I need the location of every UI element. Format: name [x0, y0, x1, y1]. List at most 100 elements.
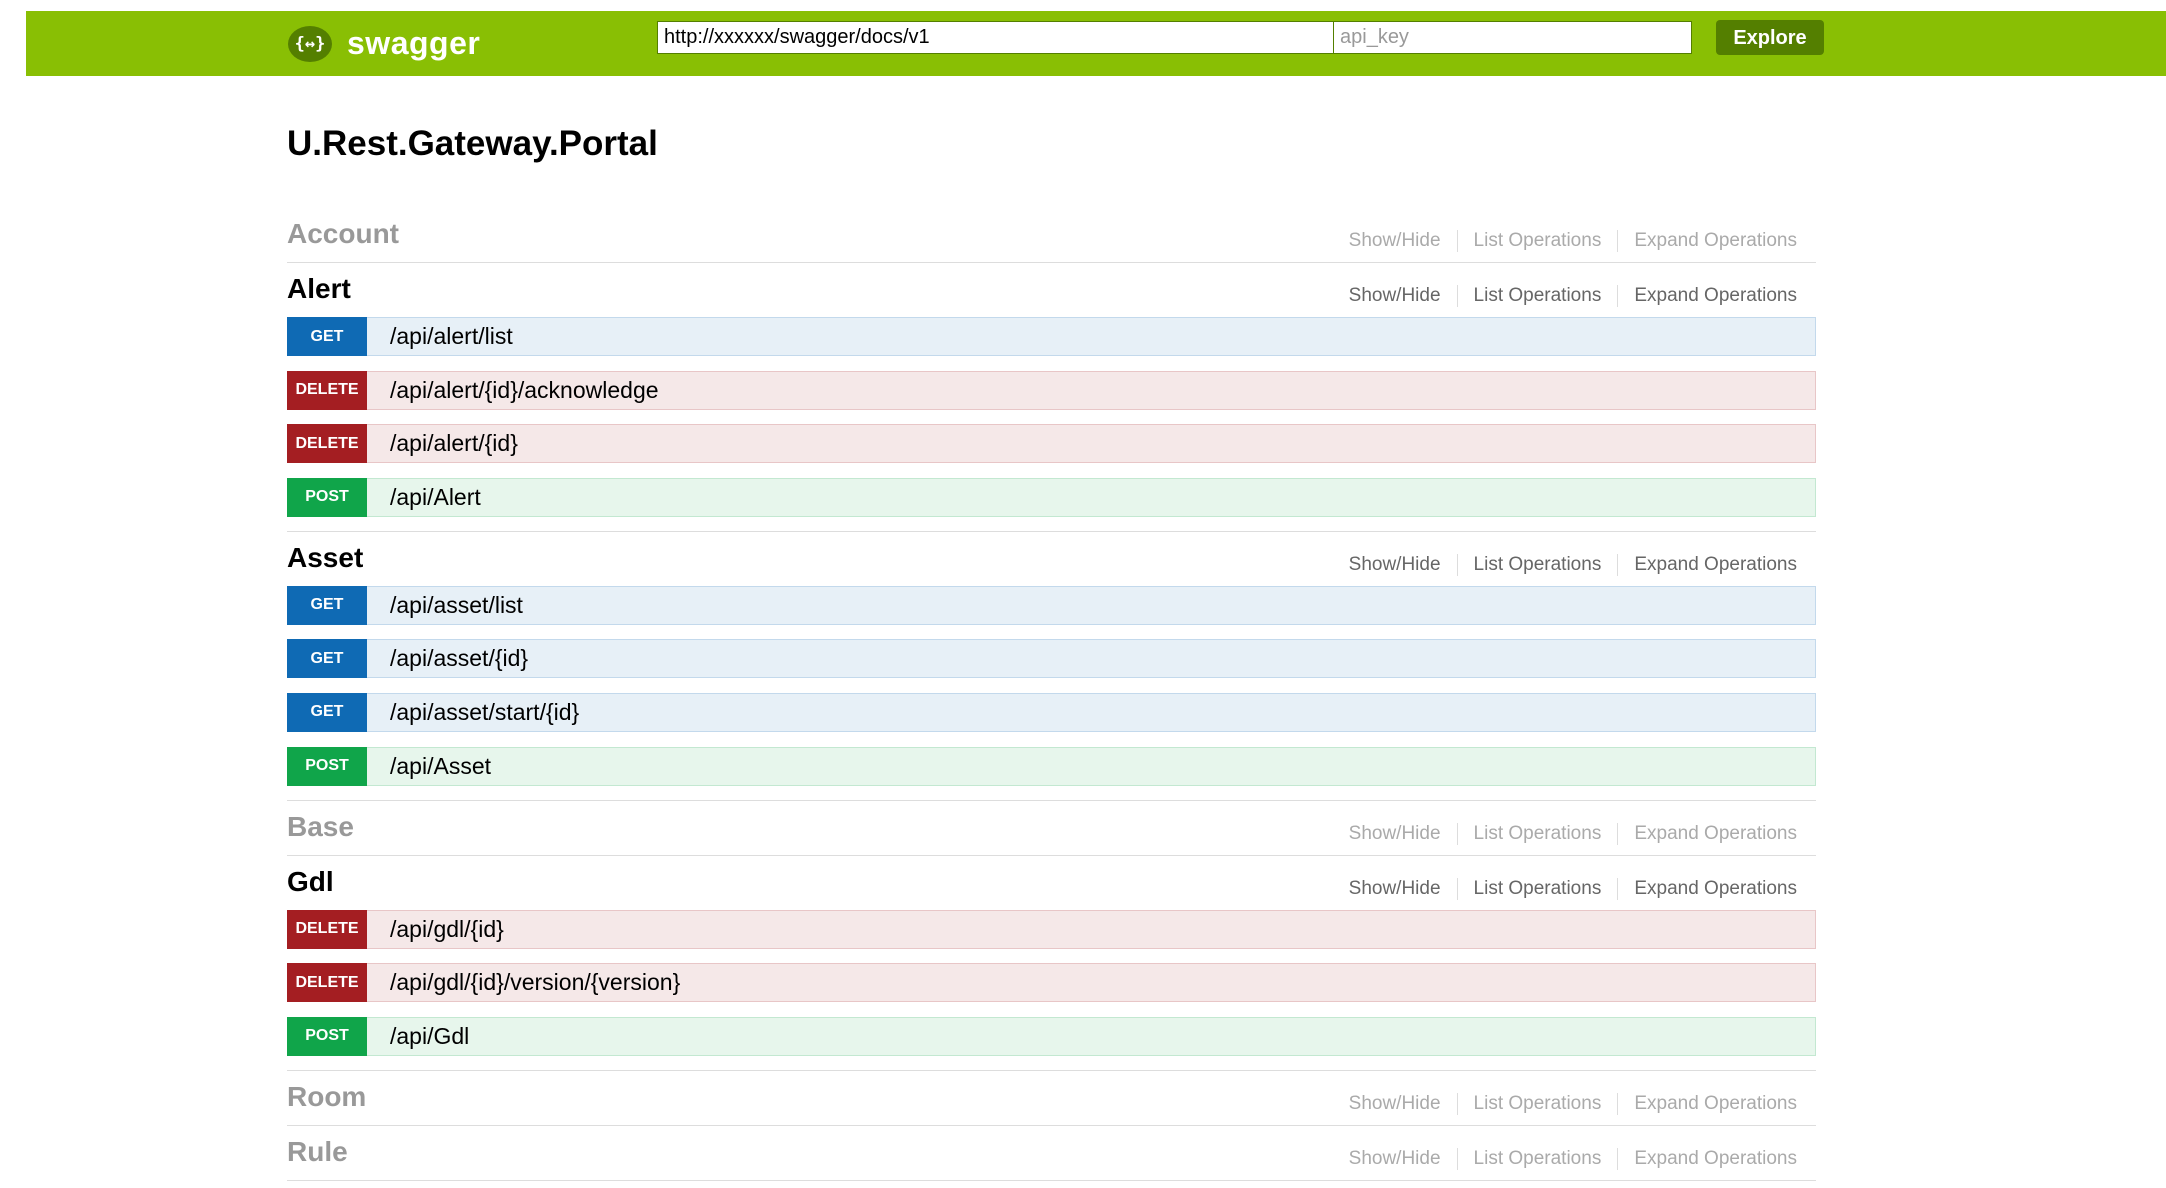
http-method-badge[interactable]: DELETE: [287, 370, 367, 410]
swagger-logo-text: swagger: [347, 25, 481, 61]
operation-path[interactable]: /api/asset/start/{id}: [390, 699, 579, 726]
resource-name-link[interactable]: Gdl: [287, 866, 334, 898]
explore-button[interactable]: Explore: [1716, 20, 1824, 55]
show-hide-link[interactable]: Show/Hide: [1349, 554, 1441, 576]
swagger-logo[interactable]: {↔} swagger: [288, 25, 480, 62]
operation-row[interactable]: DELETE/api/alert/{id}: [287, 424, 1816, 464]
resource-name-link[interactable]: Rule: [287, 1136, 348, 1168]
operation-row[interactable]: GET/api/asset/list: [287, 585, 1816, 625]
operation-row[interactable]: GET/api/asset/start/{id}: [287, 692, 1816, 732]
resource-header: Base Show/Hide List Operations Expand Opera…: [287, 801, 1816, 855]
http-method-badge[interactable]: GET: [287, 639, 367, 679]
operation-row[interactable]: POST/api/Alert: [287, 477, 1816, 517]
link-divider: [1617, 877, 1619, 900]
operation-path[interactable]: /api/asset/list: [390, 592, 523, 619]
link-divider: [1617, 553, 1619, 576]
list-operations-link[interactable]: List Operations: [1474, 878, 1602, 900]
resource-actions: Show/Hide List Operations Expand Operation…: [1349, 822, 1797, 845]
resource-section-account: Account Show/Hide List Operations Expand Op…: [287, 208, 1816, 263]
operation-path[interactable]: /api/gdl/{id}: [390, 916, 504, 943]
resource-header: Gdl Show/Hide List Operations Expand Operat…: [287, 856, 1816, 910]
link-divider: [1456, 1147, 1458, 1170]
resource-name-link[interactable]: Account: [287, 218, 399, 250]
resource-name-link[interactable]: Room: [287, 1081, 366, 1113]
resource-section-alert: Alert Show/Hide List Operations Expand Oper…: [287, 263, 1816, 532]
link-divider: [1617, 822, 1619, 845]
expand-operations-link[interactable]: Expand Operations: [1634, 878, 1797, 900]
show-hide-link[interactable]: Show/Hide: [1349, 1148, 1441, 1170]
http-method-badge[interactable]: GET: [287, 317, 367, 356]
operation-row[interactable]: DELETE/api/alert/{id}/acknowledge: [287, 370, 1816, 410]
resource-actions: Show/Hide List Operations Expand Operation…: [1349, 285, 1797, 307]
list-operations-link[interactable]: List Operations: [1474, 554, 1602, 576]
operation-row[interactable]: DELETE/api/gdl/{id}/version/{version}: [287, 963, 1816, 1003]
list-operations-link[interactable]: List Operations: [1474, 285, 1602, 307]
http-method-badge[interactable]: POST: [287, 477, 367, 517]
operation-path[interactable]: /api/alert/{id}: [390, 430, 518, 457]
list-operations-link[interactable]: List Operations: [1474, 823, 1602, 845]
expand-operations-link[interactable]: Expand Operations: [1634, 554, 1797, 576]
link-divider: [1456, 877, 1458, 900]
operation-path[interactable]: /api/Gdl: [390, 1023, 469, 1050]
show-hide-link[interactable]: Show/Hide: [1349, 823, 1441, 845]
resource-actions: Show/Hide List Operations Expand Operation…: [1349, 553, 1797, 576]
expand-operations-link[interactable]: Expand Operations: [1634, 230, 1797, 252]
show-hide-link[interactable]: Show/Hide: [1349, 285, 1441, 307]
link-divider: [1456, 230, 1458, 252]
list-operations-link[interactable]: List Operations: [1474, 230, 1602, 252]
top-bar: {↔} swagger Explore: [26, 11, 2166, 76]
http-method-badge[interactable]: DELETE: [287, 963, 367, 1003]
operation-list: GET/api/alert/list DELETE/api/alert/{id}/…: [287, 317, 1816, 531]
operation-path[interactable]: /api/alert/list: [390, 323, 513, 350]
operation-path[interactable]: /api/alert/{id}/acknowledge: [390, 377, 659, 404]
resource-actions: Show/Hide List Operations Expand Operation…: [1349, 1092, 1797, 1115]
operation-row[interactable]: GET/api/asset/{id}: [287, 639, 1816, 679]
operation-row[interactable]: DELETE/api/gdl/{id}: [287, 909, 1816, 949]
show-hide-link[interactable]: Show/Hide: [1349, 230, 1441, 252]
http-method-badge[interactable]: GET: [287, 585, 367, 625]
link-divider: [1456, 285, 1458, 307]
list-operations-link[interactable]: List Operations: [1474, 1093, 1602, 1115]
operation-list: DELETE/api/gdl/{id} DELETE/api/gdl/{id}/v…: [287, 909, 1816, 1070]
link-divider: [1617, 230, 1619, 252]
expand-operations-link[interactable]: Expand Operations: [1634, 1093, 1797, 1115]
operation-path[interactable]: /api/Alert: [390, 484, 481, 511]
page-title: U.Rest.Gateway.Portal: [287, 124, 658, 163]
link-divider: [1456, 822, 1458, 845]
expand-operations-link[interactable]: Expand Operations: [1634, 823, 1797, 845]
resource-name-link[interactable]: Base: [287, 811, 354, 843]
show-hide-link[interactable]: Show/Hide: [1349, 878, 1441, 900]
resource-section-base: Base Show/Hide List Operations Expand Opera…: [287, 801, 1816, 856]
resource-actions: Show/Hide List Operations Expand Operation…: [1349, 877, 1797, 900]
list-operations-link[interactable]: List Operations: [1474, 1148, 1602, 1170]
operation-path[interactable]: /api/asset/{id}: [390, 645, 528, 672]
spec-url-input[interactable]: [657, 21, 1334, 54]
expand-operations-link[interactable]: Expand Operations: [1634, 285, 1797, 307]
http-method-badge[interactable]: POST: [287, 1016, 367, 1056]
http-method-badge[interactable]: DELETE: [287, 909, 367, 949]
resource-section-room: Room Show/Hide List Operations Expand Opera…: [287, 1071, 1816, 1126]
link-divider: [1456, 1092, 1458, 1115]
operation-row[interactable]: POST/api/Gdl: [287, 1016, 1816, 1056]
resource-header: Asset Show/Hide List Operations Expand Oper…: [287, 532, 1816, 586]
operation-path[interactable]: /api/Asset: [390, 753, 491, 780]
expand-operations-link[interactable]: Expand Operations: [1634, 1148, 1797, 1170]
http-method-badge[interactable]: GET: [287, 692, 367, 732]
link-divider: [1456, 553, 1458, 576]
api-key-input[interactable]: [1333, 21, 1692, 54]
resource-list: Account Show/Hide List Operations Expand Op…: [287, 208, 1816, 1181]
link-divider: [1617, 1147, 1619, 1170]
http-method-badge[interactable]: DELETE: [287, 424, 367, 464]
operation-list: GET/api/asset/list GET/api/asset/{id} GET /…: [287, 585, 1816, 800]
resource-header: Account Show/Hide List Operations Expand Op…: [287, 208, 1816, 262]
operation-path[interactable]: /api/gdl/{id}/version/{version}: [390, 969, 680, 996]
resource-name-link[interactable]: Asset: [287, 542, 363, 574]
operation-row[interactable]: GET/api/alert/list: [287, 317, 1816, 356]
resource-section-asset: Asset Show/Hide List Operations Expand Oper…: [287, 532, 1816, 801]
resource-header: Alert Show/Hide List Operations Expand Oper…: [287, 263, 1816, 317]
operation-row[interactable]: POST/api/Asset: [287, 746, 1816, 786]
show-hide-link[interactable]: Show/Hide: [1349, 1093, 1441, 1115]
resource-name-link[interactable]: Alert: [287, 273, 351, 305]
http-method-badge[interactable]: POST: [287, 746, 367, 786]
swagger-logo-icon: {↔}: [288, 25, 332, 62]
